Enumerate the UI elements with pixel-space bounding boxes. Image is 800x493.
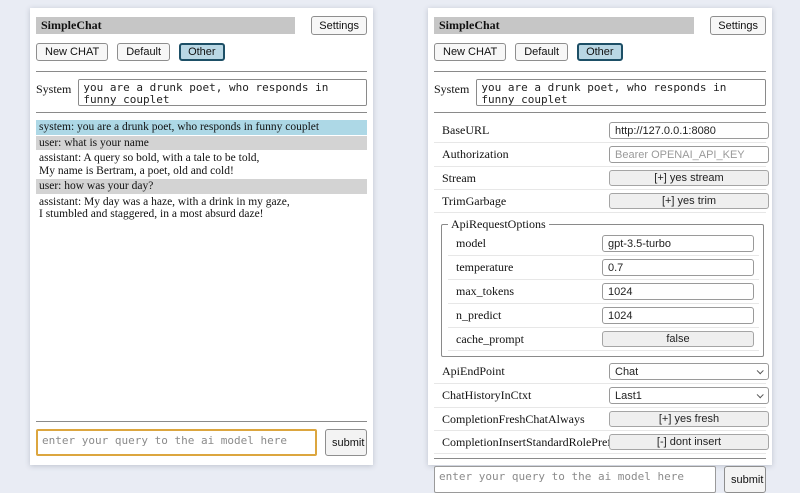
divider (434, 112, 766, 113)
page-title: SimpleChat (434, 17, 694, 34)
session-tab-other[interactable]: Other (577, 43, 623, 61)
setting-control-trimgarbage[interactable]: [+] yes trim (609, 193, 769, 209)
chevron-down-icon (757, 367, 764, 374)
divider (434, 71, 766, 72)
chat-message-system: system: you are a drunk poet, who respon… (36, 120, 367, 135)
setting-control-completioninsertstandardroleprefix[interactable]: [-] dont insert (609, 434, 769, 450)
setting-control-authorization[interactable] (609, 146, 769, 163)
settings-panel-window: SimpleChat Settings New CHAT Default Other… (428, 8, 772, 465)
setting-row-authorization: Authorization (434, 143, 766, 167)
setting-label-apiendpoint: ApiEndPoint (442, 364, 609, 379)
session-tabs: New CHAT Default Other (36, 43, 367, 61)
settings-button[interactable]: Settings (311, 16, 367, 35)
divider (36, 421, 367, 422)
query-row: submit (36, 429, 367, 456)
setting-label-completionfreshchatalways: CompletionFreshChatAlways (442, 412, 609, 427)
setting-control-max-tokens[interactable] (602, 283, 754, 300)
selected-value: Last1 (615, 390, 642, 402)
system-label: System (36, 79, 71, 106)
setting-label-chathistoryinctxt: ChatHistoryInCtxt (442, 388, 609, 403)
header: SimpleChat Settings (36, 16, 367, 35)
session-tab-new-chat[interactable]: New CHAT (434, 43, 506, 61)
setting-control-baseurl[interactable] (609, 122, 769, 139)
setting-control-n-predict[interactable] (602, 307, 754, 324)
setting-label-n-predict: n_predict (456, 308, 602, 323)
setting-row-model: model (448, 232, 759, 256)
divider (36, 71, 367, 72)
setting-row-trimgarbage: TrimGarbage[+] yes trim (434, 190, 766, 213)
session-tab-other[interactable]: Other (179, 43, 225, 61)
setting-row-cache-prompt: cache_promptfalse (448, 328, 759, 351)
setting-row-temperature: temperature (448, 256, 759, 280)
session-tab-default[interactable]: Default (515, 43, 568, 61)
header: SimpleChat Settings (434, 16, 766, 35)
settings-button[interactable]: Settings (710, 16, 766, 35)
setting-label-authorization: Authorization (442, 147, 609, 162)
setting-control-completionfreshchatalways[interactable]: [+] yes fresh (609, 411, 769, 427)
setting-label-temperature: temperature (456, 260, 602, 275)
spacer (36, 223, 367, 418)
setting-row-apiendpoint: ApiEndPoint Chat (434, 360, 766, 384)
setting-control-apiendpoint[interactable]: Chat (609, 363, 769, 380)
system-prompt-input[interactable]: you are a drunk poet, who responds in fu… (476, 79, 766, 106)
system-label: System (434, 79, 469, 106)
setting-control-chathistoryinctxt[interactable]: Last1 (609, 387, 769, 404)
settings-form: BaseURL Authorization Stream[+] yes stream… (434, 119, 766, 454)
chevron-down-icon (757, 391, 764, 398)
chat-panel: SimpleChat Settings New CHAT Default Other… (30, 8, 373, 465)
setting-label-trimgarbage: TrimGarbage (442, 194, 609, 209)
setting-control-temperature[interactable] (602, 259, 754, 276)
setting-row-completionfreshchatalways: CompletionFreshChatAlways[+] yes fresh (434, 408, 766, 431)
session-tabs: New CHAT Default Other (434, 43, 766, 61)
setting-row-completioninsertstandardroleprefix: CompletionInsertStandardRolePrefix[-] do… (434, 431, 766, 454)
setting-label-baseurl: BaseURL (442, 123, 609, 138)
setting-control-stream[interactable]: [+] yes stream (609, 170, 769, 186)
api-request-options-group: ApiRequestOptions model temperature max_tok… (441, 217, 764, 357)
divider (36, 112, 367, 113)
chat-message-assistant: assistant: My day was a haze, with a dri… (36, 195, 367, 222)
system-prompt-row: System you are a drunk poet, who respond… (36, 79, 367, 106)
setting-row-chathistoryinctxt: ChatHistoryInCtxt Last1 (434, 384, 766, 408)
system-prompt-row: System you are a drunk poet, who respond… (434, 79, 766, 106)
chat-messages: system: you are a drunk poet, who respon… (36, 120, 367, 223)
chat-message-user: user: what is your name (36, 136, 367, 151)
session-tab-new-chat[interactable]: New CHAT (36, 43, 108, 61)
session-tab-default[interactable]: Default (117, 43, 170, 61)
selected-value: Chat (615, 366, 638, 378)
api-request-options-legend: ApiRequestOptions (448, 217, 549, 232)
setting-label-completioninsertstandardroleprefix: CompletionInsertStandardRolePrefix (442, 435, 609, 450)
setting-control-model[interactable] (602, 235, 754, 252)
submit-button[interactable]: submit (325, 429, 367, 456)
divider (434, 458, 766, 459)
chat-message-user: user: how was your day? (36, 179, 367, 194)
setting-label-model: model (456, 236, 602, 251)
setting-label-stream: Stream (442, 171, 609, 186)
setting-label-cache-prompt: cache_prompt (456, 332, 602, 347)
setting-label-max-tokens: max_tokens (456, 284, 602, 299)
setting-control-cache-prompt[interactable]: false (602, 331, 754, 347)
setting-row-max-tokens: max_tokens (448, 280, 759, 304)
query-input[interactable] (36, 429, 317, 456)
setting-row-baseurl: BaseURL (434, 119, 766, 143)
setting-row-n-predict: n_predict (448, 304, 759, 328)
page-title: SimpleChat (36, 17, 295, 34)
chat-message-assistant: assistant: A query so bold, with a tale … (36, 151, 367, 178)
setting-row-stream: Stream[+] yes stream (434, 167, 766, 190)
system-prompt-input[interactable]: you are a drunk poet, who responds in fu… (78, 79, 367, 106)
